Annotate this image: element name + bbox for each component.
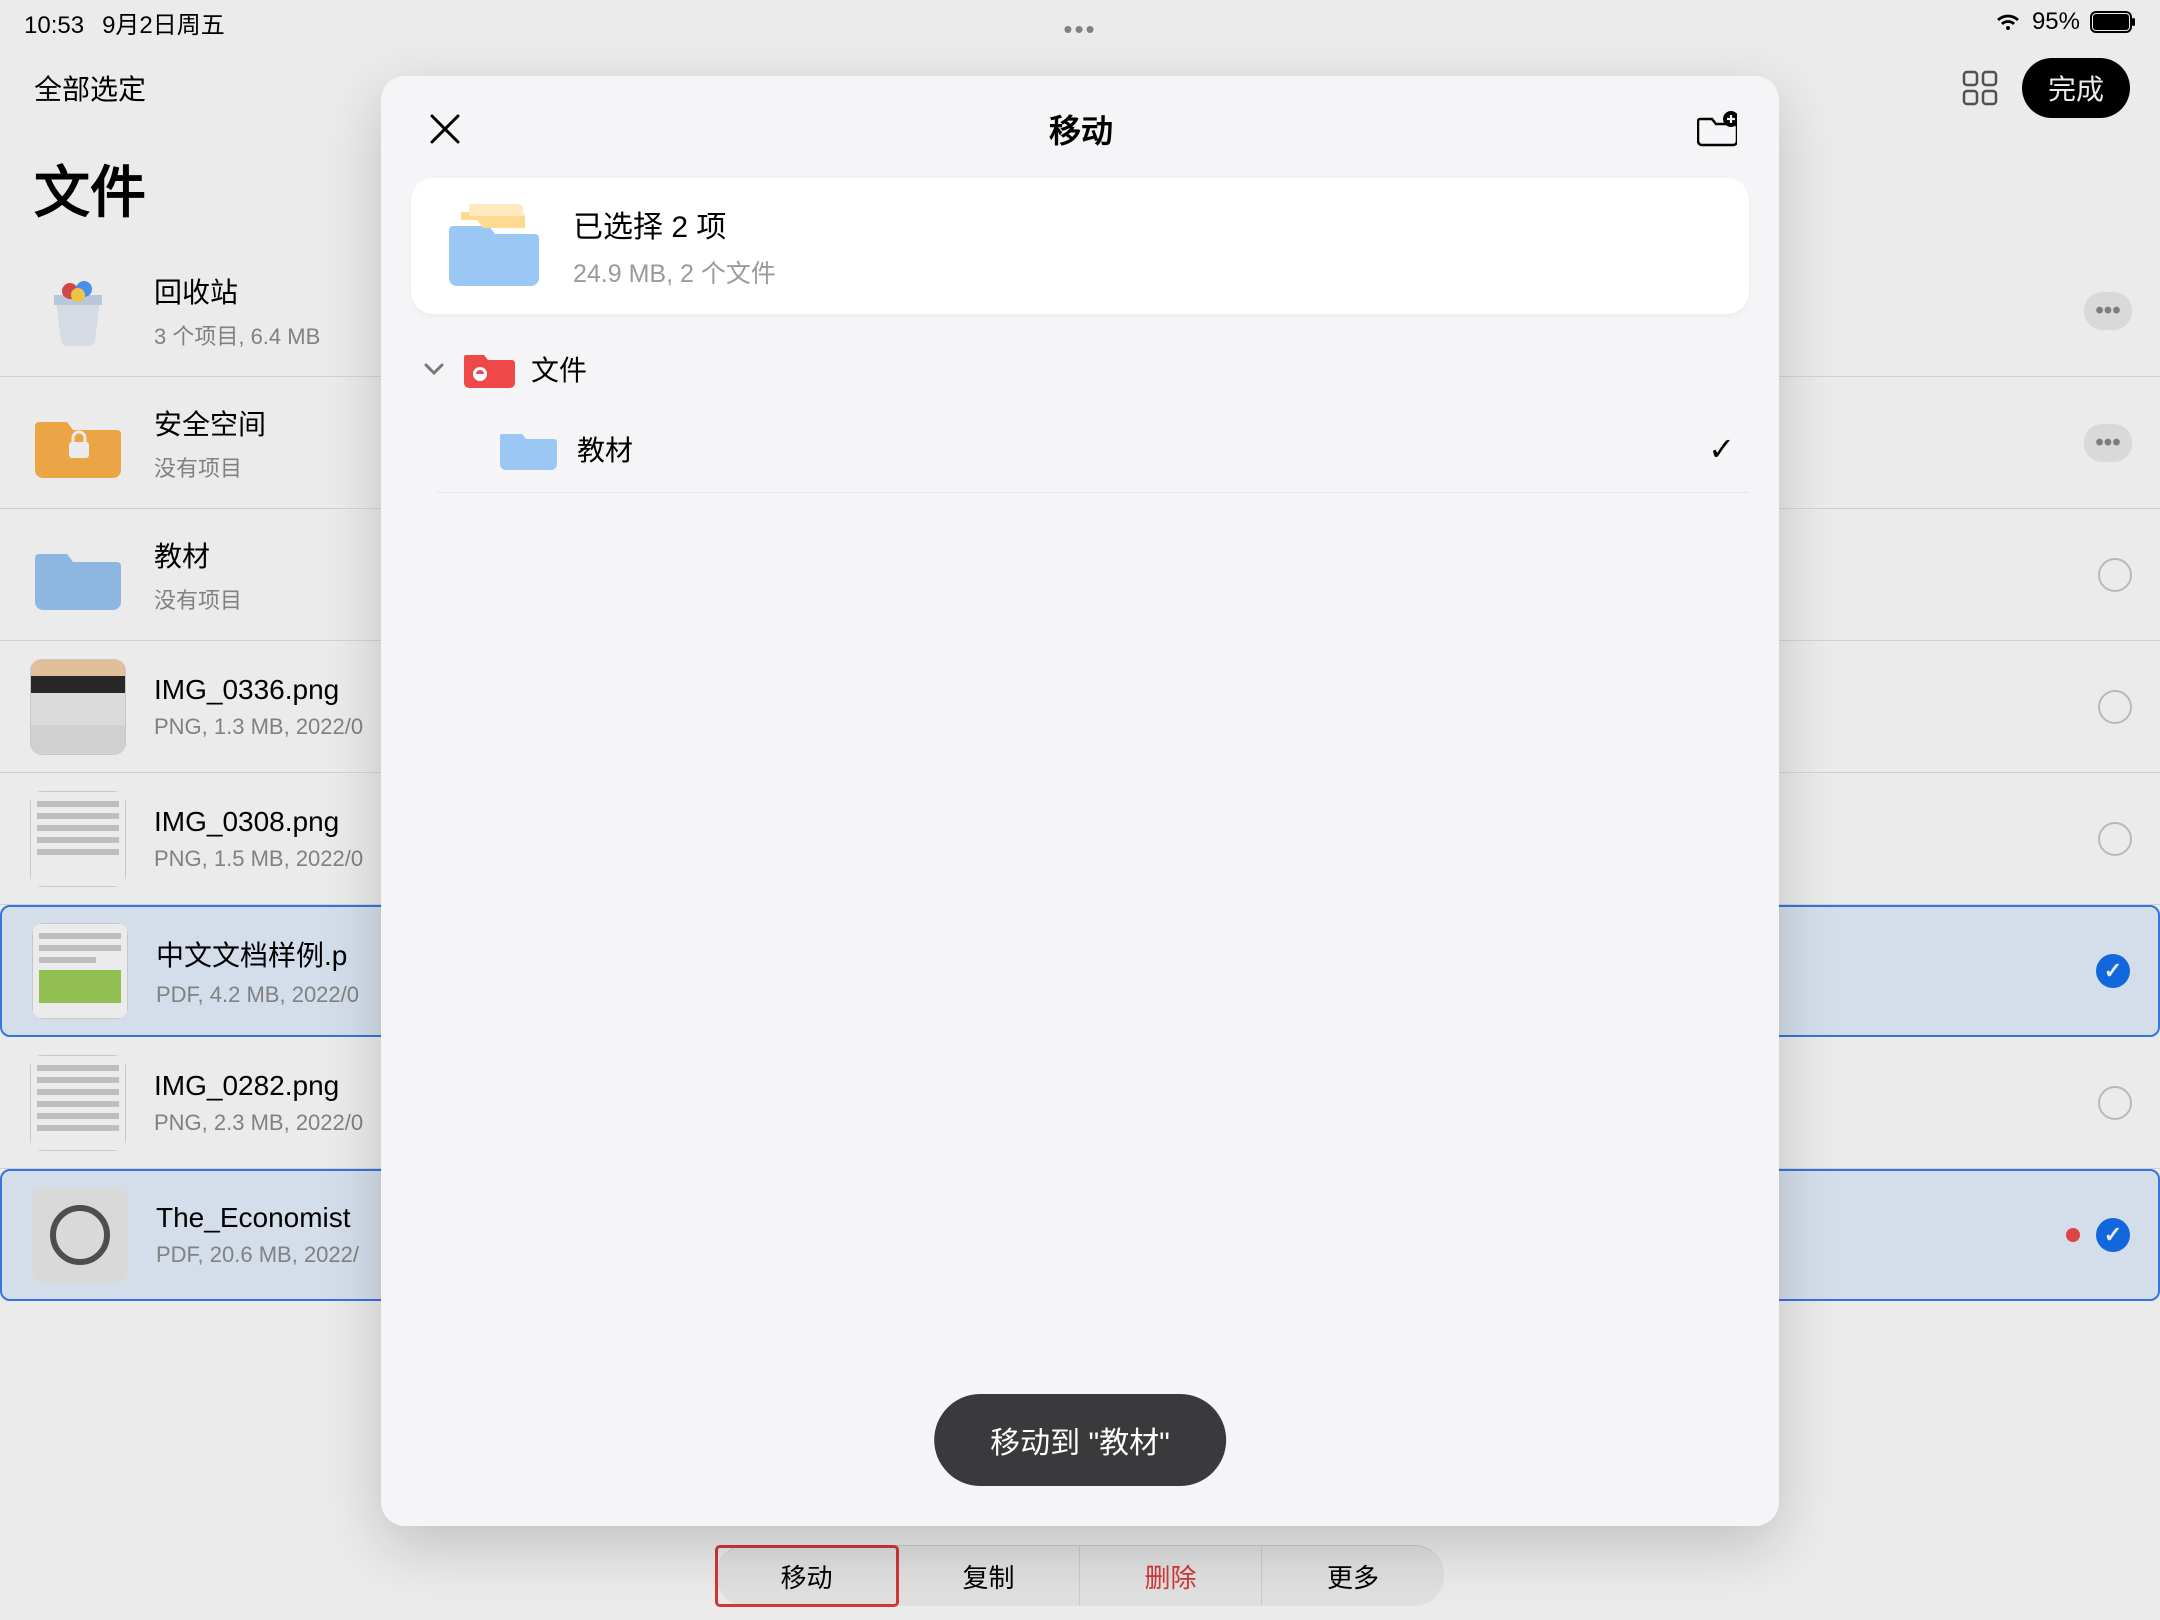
child-label: 教材 (577, 429, 633, 469)
image-thumbnail (30, 1055, 126, 1151)
select-radio[interactable] (2096, 954, 2130, 988)
bottom-toolbar: 移动 复制 删除 更多 (716, 1545, 1444, 1606)
trash-icon (30, 263, 126, 359)
grid-view-button[interactable] (1958, 66, 2002, 110)
image-thumbnail (30, 659, 126, 755)
pdf-thumbnail (32, 923, 128, 1019)
chevron-down-icon (421, 356, 447, 382)
select-radio[interactable] (2096, 1218, 2130, 1252)
toolbar-more-button[interactable]: 更多 (1262, 1546, 1444, 1606)
toolbar-move-button[interactable]: 移动 (716, 1546, 898, 1606)
battery-icon (2090, 11, 2136, 33)
root-label: 文件 (531, 349, 587, 389)
files-stack-icon (439, 202, 549, 290)
select-radio[interactable] (2098, 690, 2132, 724)
selection-title: 已选择 2 项 (573, 202, 776, 246)
select-radio[interactable] (2098, 558, 2132, 592)
done-button[interactable]: 完成 (2022, 58, 2130, 118)
more-button[interactable]: ••• (2084, 292, 2132, 330)
status-dot-icon (2066, 1228, 2080, 1242)
move-modal: 移动 已选择 2 项 24.9 MB, 2 个文件 文件 (381, 76, 1779, 1526)
status-time: 10:53 (24, 12, 84, 40)
pdf-thumbnail (32, 1187, 128, 1283)
modal-title: 移动 (1049, 106, 1113, 152)
folder-icon (499, 426, 557, 472)
folder-icon (30, 527, 126, 623)
select-all-button[interactable]: 全部选定 (34, 68, 146, 108)
status-date: 9月2日周五 (102, 5, 225, 40)
tree-child[interactable]: 教材 ✓ (437, 406, 1749, 493)
select-radio[interactable] (2098, 822, 2132, 856)
close-button[interactable] (423, 107, 467, 151)
selection-summary-card: 已选择 2 项 24.9 MB, 2 个文件 (411, 178, 1749, 314)
selection-meta: 24.9 MB, 2 个文件 (573, 254, 776, 290)
multitask-dots-icon[interactable]: ••• (1063, 14, 1096, 45)
battery-text: 95% (2032, 8, 2080, 36)
status-bar: 10:53 9月2日周五 ••• 95% (0, 0, 2160, 40)
image-thumbnail (30, 791, 126, 887)
tree-root[interactable]: 文件 (411, 332, 1749, 406)
wifi-icon (1994, 11, 2022, 33)
folder-tree: 文件 教材 ✓ (381, 332, 1779, 493)
more-button[interactable]: ••• (2084, 424, 2132, 462)
move-confirm-button[interactable]: 移动到 "教材" (934, 1394, 1226, 1486)
new-folder-button[interactable] (1695, 107, 1739, 151)
secure-folder-icon (30, 395, 126, 491)
check-icon: ✓ (1708, 430, 1735, 468)
toolbar-delete-button[interactable]: 删除 (1080, 1546, 1262, 1606)
toolbar-copy-button[interactable]: 复制 (898, 1546, 1080, 1606)
root-folder-icon (463, 348, 515, 390)
select-radio[interactable] (2098, 1086, 2132, 1120)
